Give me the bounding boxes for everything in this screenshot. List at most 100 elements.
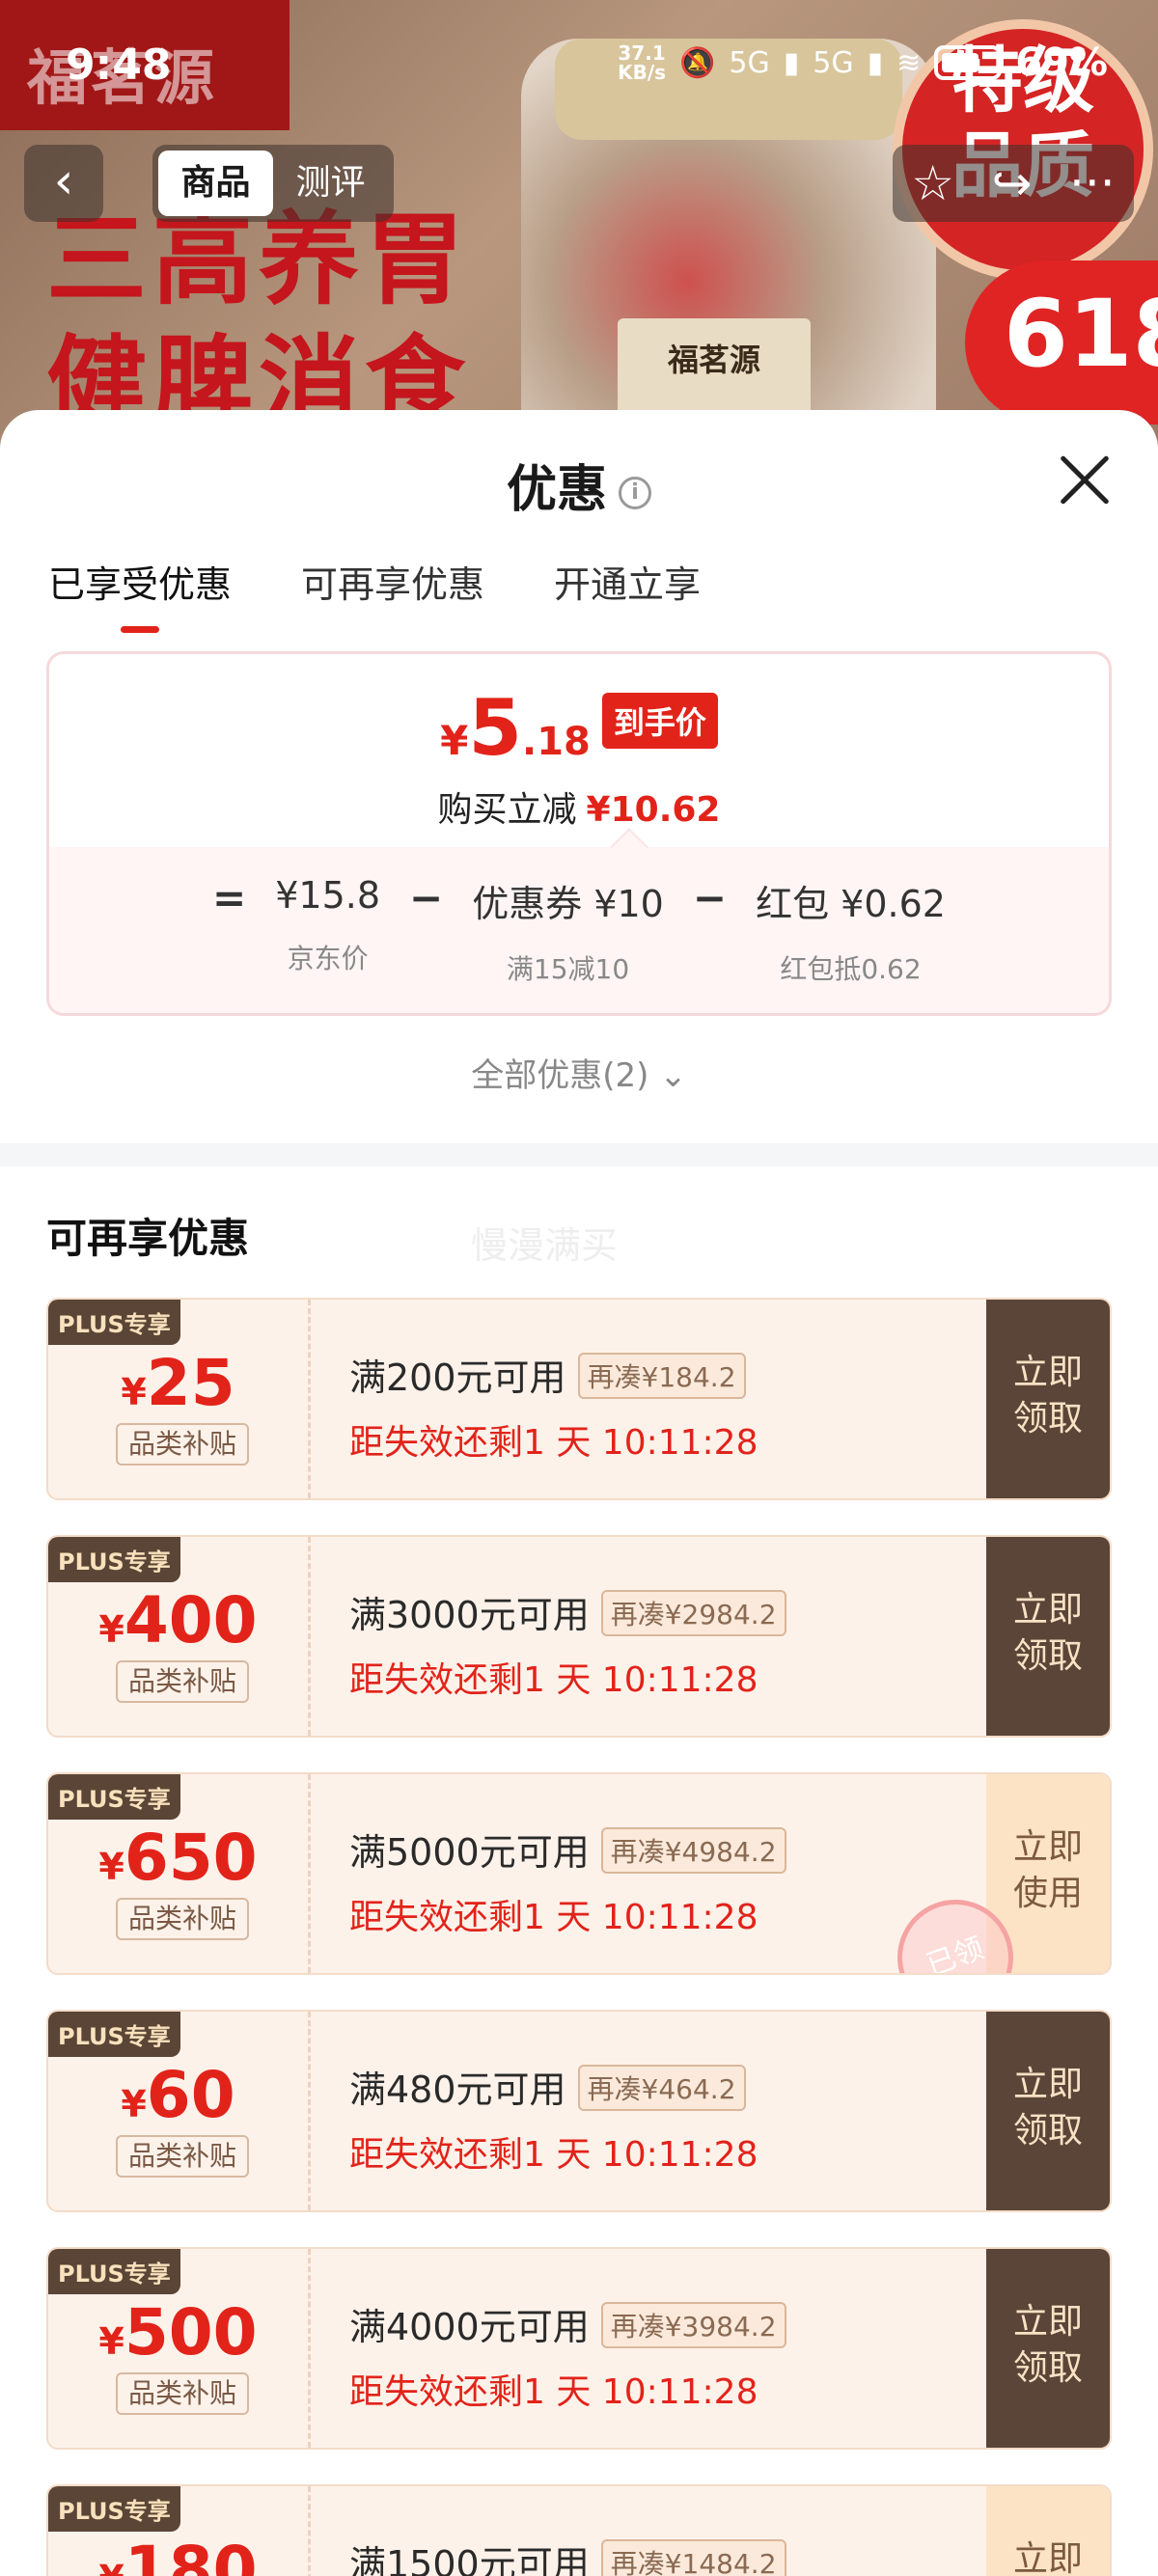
coupon-value: 25 — [146, 1346, 235, 1420]
battery-percent: 69% — [1015, 41, 1108, 85]
coupon-yen: ¥ — [98, 2320, 124, 2363]
coupon-yen: ¥ — [121, 2083, 147, 2125]
mute-icon: 🔕 — [679, 45, 716, 80]
add-more-tag: 再凑¥1484.2 — [600, 2539, 786, 2576]
coupon-amount-block: PLUS专享 ¥500 品类补贴 — [48, 2249, 311, 2448]
category-subsidy-tag: 品类补贴 — [116, 2135, 249, 2178]
coupon-button-label: 使用 — [1012, 1874, 1083, 1913]
sheet-title: 优惠 i — [0, 449, 1158, 521]
coupon-card[interactable]: PLUS专享 ¥650 品类补贴 满5000元可用 再凑¥4984.2 距失效还剩1 天 … — [46, 1772, 1112, 1975]
tab-more-discounts[interactable]: 可再享优惠 — [301, 555, 484, 608]
section-divider — [0, 1143, 1158, 1166]
final-price-yen: ¥ — [440, 717, 469, 764]
product-tabs: 商品 测评 — [152, 145, 394, 222]
coupon-condition-line: 满200元可用 再凑¥184.2 — [349, 1348, 758, 1401]
coupon-condition-line: 满480元可用 再凑¥464.2 — [349, 2060, 758, 2113]
coupon-condition: 满200元可用 — [349, 1357, 566, 1399]
net-speed-value: 37.1 — [618, 41, 666, 65]
discount-tabs: 已享受优惠 可再享优惠 开通立享 — [48, 555, 701, 633]
coupon-button-label: 领取 — [1012, 2111, 1083, 2151]
coupon-expire-countdown: 距失效还剩1 天 10:11:28 — [349, 1898, 758, 1937]
more-icon[interactable]: ··· — [1069, 155, 1116, 211]
add-more-tag: 再凑¥2984.2 — [600, 1590, 786, 1636]
net-speed-unit: KB/s — [618, 61, 667, 84]
final-price-dec: .18 — [522, 720, 591, 764]
coupon-expire-countdown: 距失效还剩1 天 10:11:28 — [349, 1660, 758, 1700]
tab-review[interactable]: 测评 — [273, 151, 388, 216]
coupon-button-label: 领取 — [1012, 1399, 1083, 1439]
red-packet-item: 红包 ¥0.62 红包抵0.62 — [756, 874, 946, 987]
minus-sign-1: − — [409, 874, 444, 921]
red-packet-deduction: 红包 ¥0.62 — [756, 883, 946, 925]
coupon-card[interactable]: PLUS专享 ¥60 品类补贴 满480元可用 再凑¥464.2 距失效还剩1 天 10:… — [46, 2010, 1112, 2212]
signal-5g-label-1: 5G — [729, 45, 770, 80]
coupon-card[interactable]: PLUS专享 ¥400 品类补贴 满3000元可用 再凑¥2984.2 距失效还剩1 天 … — [46, 1535, 1112, 1738]
coupon-yen: ¥ — [98, 1608, 124, 1651]
close-button[interactable] — [1058, 452, 1112, 507]
coupon-details: 满3000元可用 再凑¥2984.2 距失效还剩1 天 10:11:28 — [349, 1585, 786, 1702]
claim-now-button[interactable]: 立即 领取 — [986, 2249, 1110, 2448]
coupon-condition: 满5000元可用 — [349, 1831, 590, 1874]
reduce-label: 购买立减 — [437, 790, 577, 830]
plus-exclusive-badge: PLUS专享 — [48, 2249, 180, 2294]
final-price: ¥5.18 到手价 — [49, 683, 1109, 773]
coupon-condition-line: 满1500元可用 再凑¥1484.2 — [349, 2535, 786, 2576]
final-price-int: 5 — [468, 683, 523, 773]
coupon-details: 满480元可用 再凑¥464.2 距失效还剩1 天 10:11:28 — [349, 2060, 758, 2177]
final-price-tag: 到手价 — [601, 693, 718, 749]
coupon-amount: ¥650 — [48, 1821, 308, 1895]
watermark-text: 慢漫满买 — [471, 1224, 619, 1267]
jd-price-label: 京东价 — [287, 943, 369, 974]
coupon-yen: ¥ — [98, 2558, 124, 2576]
network-speed: 37.1 KB/s — [618, 43, 666, 82]
use-now-button[interactable]: 立即使用 — [986, 2486, 1110, 2576]
price-calculation: = ¥15.8 京东价 − 优惠券 ¥10 满15减10 − 红包 ¥0.62 … — [49, 874, 1109, 987]
claim-now-button[interactable]: 立即 领取 — [986, 2012, 1110, 2210]
coupon-card[interactable]: PLUS专享¥180品类补贴满1500元可用再凑¥1484.2距失效还剩1 天 … — [46, 2484, 1112, 2576]
reduce-line: 购买立减 ¥10.62 — [49, 781, 1109, 832]
coupon-value: 60 — [146, 2058, 235, 2132]
coupon-condition-line: 满4000元可用 再凑¥3984.2 — [349, 2297, 786, 2350]
coupon-expire-countdown: 距失效还剩1 天 10:11:28 — [349, 2372, 758, 2412]
coupon-condition: 满480元可用 — [349, 2069, 566, 2111]
coupon-condition: 满3000元可用 — [349, 1594, 590, 1636]
discount-sheet: 优惠 i 已享受优惠 可再享优惠 开通立享 ¥5.18 到手价 购买立减 ¥10.62… — [0, 410, 1158, 2576]
coupon-card[interactable]: PLUS专享 ¥500 品类补贴 满4000元可用 再凑¥3984.2 距失效还剩1 天 … — [46, 2247, 1112, 2450]
coupon-button-label: 立即 — [1012, 2065, 1083, 2104]
info-icon[interactable]: i — [619, 477, 651, 509]
jd-price: ¥15.8 — [275, 874, 381, 917]
coupon-card[interactable]: PLUS专享 ¥25 品类补贴 满200元可用 再凑¥184.2 距失效还剩1 天 10:… — [46, 1298, 1112, 1500]
coupon-value: 650 — [124, 1821, 258, 1895]
coupon-expire-countdown: 距失效还剩1 天 10:11:28 — [349, 1423, 758, 1463]
coupon-rule: 满15减10 — [506, 953, 630, 985]
claim-now-button[interactable]: 立即 领取 — [986, 1537, 1110, 1736]
coupon-value: 180 — [124, 2533, 258, 2576]
share-icon[interactable]: ↪ — [992, 155, 1033, 211]
promo-618-badge: 618 — [965, 260, 1158, 425]
coupon-item: 优惠券 ¥10 满15减10 — [472, 874, 664, 987]
add-more-tag: 再凑¥464.2 — [577, 2065, 746, 2111]
coupon-amount: ¥400 — [48, 1583, 308, 1658]
coupon-button-label: 立即 — [1012, 1827, 1083, 1867]
category-subsidy-tag: 品类补贴 — [116, 1660, 249, 1703]
signal-bars-icon-2: ▮ — [867, 45, 884, 80]
status-time: 9:48 — [66, 41, 172, 90]
coupon-amount-block: PLUS专享¥180品类补贴 — [48, 2486, 311, 2576]
all-discounts-toggle[interactable]: 全部优惠(2) ⌄ — [0, 1049, 1158, 1096]
coupon-deduction: 优惠券 ¥10 — [472, 883, 664, 925]
tab-product[interactable]: 商品 — [158, 151, 273, 216]
status-bar: 9:48 37.1 KB/s 🔕 5G ▮ 5G ▮ ≋ 69% — [0, 0, 1158, 125]
favorite-star-icon[interactable]: ☆ — [911, 155, 954, 211]
coupon-details: 满5000元可用 再凑¥4984.2 距失效还剩1 天 10:11:28 — [349, 1822, 786, 1939]
coupon-amount-block: PLUS专享 ¥650 品类补贴 — [48, 1774, 311, 1973]
plus-exclusive-badge: PLUS专享 — [48, 2486, 180, 2532]
coupon-button-label: 立即 — [1012, 1353, 1083, 1392]
claim-now-button[interactable]: 立即 领取 — [986, 1300, 1110, 1498]
coupon-details: 满1500元可用再凑¥1484.2距失效还剩1 天 10:11:28 — [349, 2535, 786, 2576]
plus-exclusive-badge: PLUS专享 — [48, 1774, 180, 1820]
coupon-value: 400 — [124, 1583, 258, 1658]
tab-open-to-enjoy[interactable]: 开通立享 — [554, 555, 701, 608]
back-button[interactable]: ‹ — [24, 145, 103, 222]
tab-enjoyed-discounts[interactable]: 已享受优惠 — [48, 555, 232, 633]
coupon-condition-line: 满5000元可用 再凑¥4984.2 — [349, 1822, 786, 1876]
